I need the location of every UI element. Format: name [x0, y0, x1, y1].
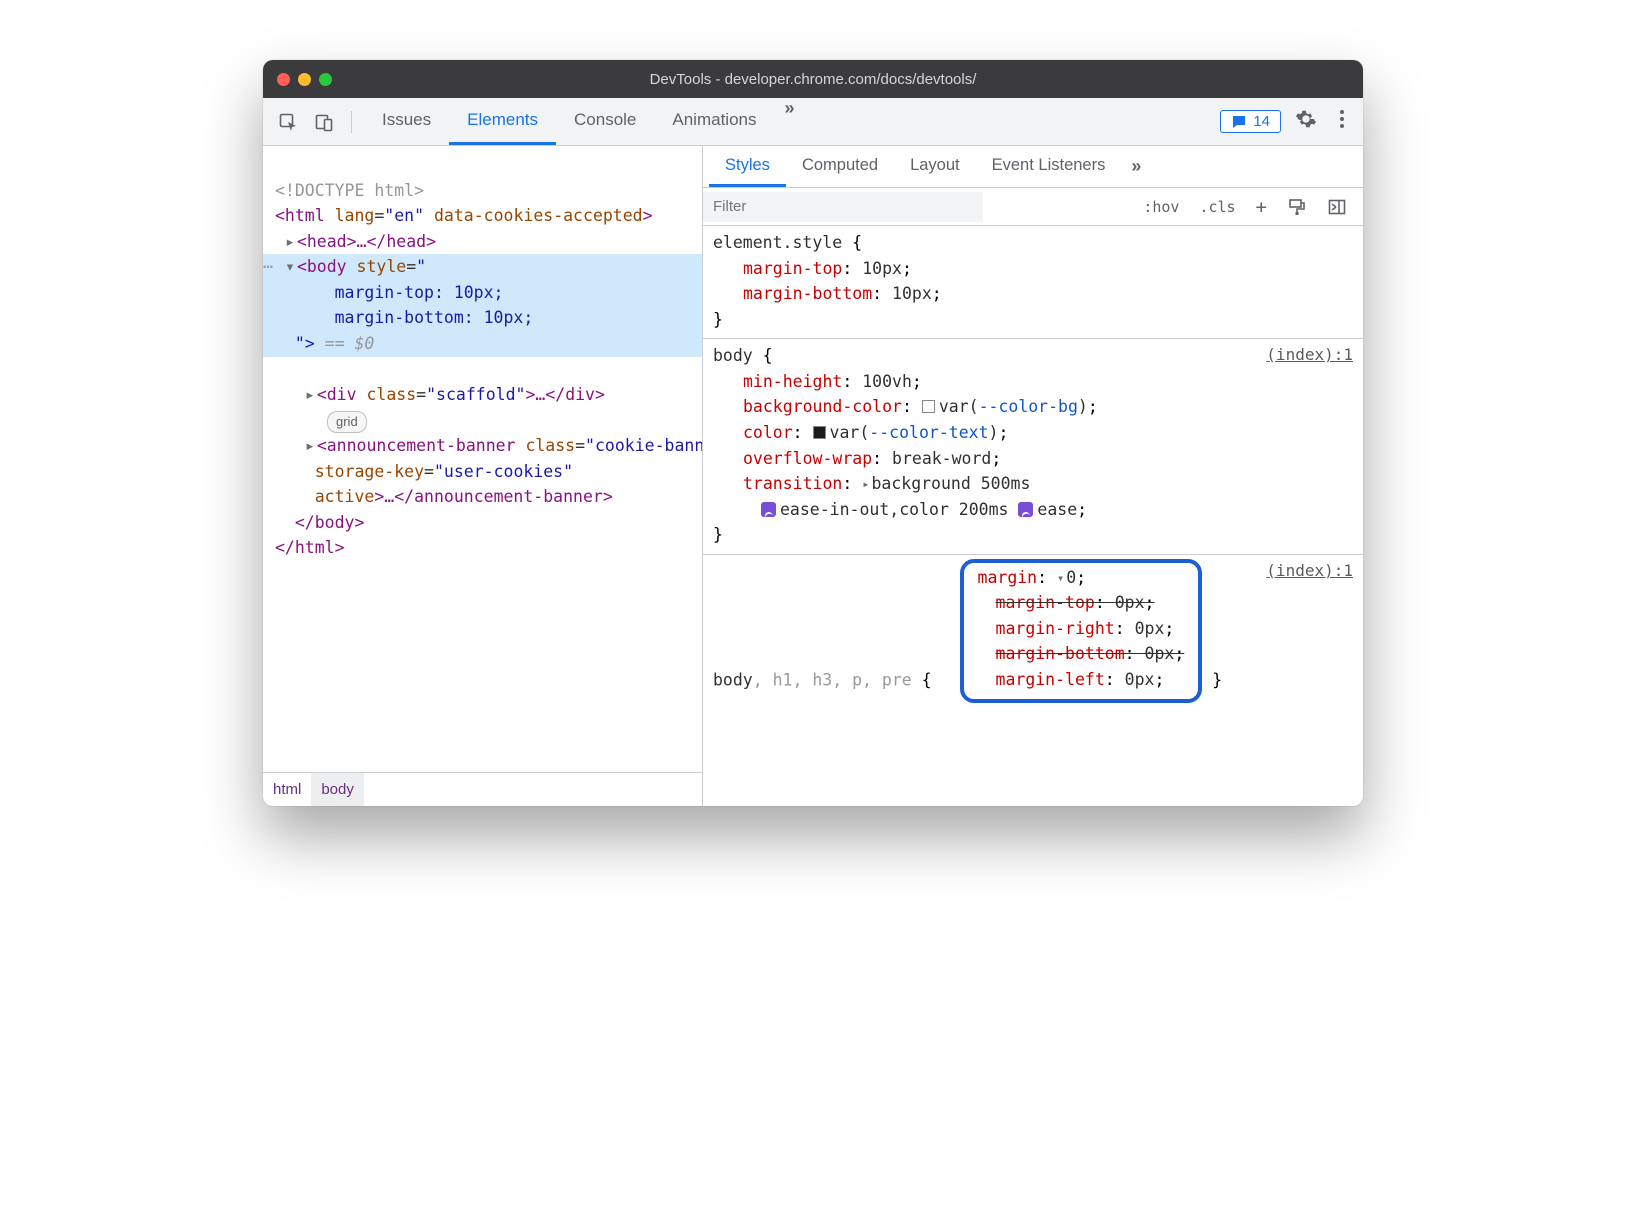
subtabs-overflow-icon[interactable]: » [1121, 156, 1151, 177]
close-icon[interactable] [277, 73, 290, 86]
styles-subtabs: Styles Computed Layout Event Listeners » [703, 146, 1363, 188]
main-toolbar: Issues Elements Console Animations » 14 [263, 98, 1363, 146]
expand-icon[interactable]: ▸ [305, 382, 317, 408]
styles-pane: Styles Computed Layout Event Listeners »… [703, 146, 1363, 806]
source-link[interactable]: (index):1 [1266, 559, 1353, 584]
dom-tree[interactable]: <!DOCTYPE html> <html lang="en" data-coo… [263, 146, 702, 772]
subtab-computed[interactable]: Computed [786, 146, 894, 187]
titlebar: DevTools - developer.chrome.com/docs/dev… [263, 60, 1363, 98]
split-panes: <!DOCTYPE html> <html lang="en" data-coo… [263, 146, 1363, 806]
computed-sidebar-icon[interactable] [1319, 193, 1355, 221]
breadcrumb: html body [263, 772, 702, 806]
inspect-icon[interactable] [273, 107, 303, 137]
kebab-icon[interactable] [1331, 109, 1353, 135]
head-node[interactable]: <head>…</head> [297, 232, 436, 251]
tab-console[interactable]: Console [556, 98, 654, 145]
tabs-overflow-icon[interactable]: » [775, 98, 805, 145]
bezier-icon[interactable] [761, 502, 776, 517]
color-swatch-icon[interactable] [922, 400, 935, 413]
crumb-body[interactable]: body [311, 773, 364, 806]
filter-input[interactable] [703, 192, 983, 222]
filter-bar: :hov .cls + [703, 188, 1363, 226]
doctype: <!DOCTYPE html> [275, 181, 424, 200]
badge-count: 14 [1253, 113, 1270, 130]
crumb-html[interactable]: html [263, 773, 311, 806]
separator [351, 111, 352, 133]
hov-toggle[interactable]: :hov [1135, 194, 1187, 220]
rule-element-style[interactable]: element.style { margin-top: 10px; margin… [703, 226, 1363, 339]
traffic-lights [277, 73, 332, 86]
zoom-icon[interactable] [319, 73, 332, 86]
html-open: <html [275, 206, 325, 225]
main-tabs: Issues Elements Console Animations » [364, 98, 805, 145]
margin-shorthand-highlight: margin: ▾0; margin-top: 0px; margin-righ… [960, 559, 1203, 703]
source-link[interactable]: (index):1 [1266, 343, 1353, 368]
rule-body-reset[interactable]: (index):1 body, h1, h3, p, pre { margin:… [703, 555, 1363, 709]
bezier-icon[interactable] [1018, 502, 1033, 517]
elements-pane: <!DOCTYPE html> <html lang="en" data-coo… [263, 146, 703, 806]
rule-body[interactable]: (index):1 body { min-height: 100vh; back… [703, 339, 1363, 555]
paint-icon[interactable] [1279, 193, 1315, 221]
subtab-layout[interactable]: Layout [894, 146, 976, 187]
window-title: DevTools - developer.chrome.com/docs/dev… [263, 71, 1363, 88]
body-close: </body> [295, 513, 365, 532]
minimize-icon[interactable] [298, 73, 311, 86]
tab-issues[interactable]: Issues [364, 98, 449, 145]
messages-badge[interactable]: 14 [1220, 110, 1281, 133]
selected-body-node[interactable]: ⋯ ▾<body style=" margin-top: 10px; margi… [263, 254, 702, 356]
expand-icon[interactable]: ▸ [305, 433, 317, 459]
cls-toggle[interactable]: .cls [1191, 194, 1243, 220]
css-rules: element.style { margin-top: 10px; margin… [703, 226, 1363, 806]
color-swatch-icon[interactable] [813, 426, 826, 439]
devtools-window: DevTools - developer.chrome.com/docs/dev… [263, 60, 1363, 806]
expand-icon[interactable]: ▸ [862, 475, 869, 494]
grid-badge[interactable]: grid [327, 411, 367, 433]
gear-icon[interactable] [1287, 108, 1325, 136]
tab-elements[interactable]: Elements [449, 98, 556, 145]
subtab-event-listeners[interactable]: Event Listeners [976, 146, 1122, 187]
tab-animations[interactable]: Animations [654, 98, 774, 145]
device-toggle-icon[interactable] [309, 107, 339, 137]
collapse-icon[interactable]: ▾ [1057, 569, 1064, 588]
expand-icon[interactable]: ▸ [285, 229, 297, 255]
subtab-styles[interactable]: Styles [709, 146, 786, 187]
new-rule-button[interactable]: + [1248, 192, 1275, 222]
html-close: </html> [275, 538, 345, 557]
collapse-icon[interactable]: ▾ [285, 254, 297, 280]
